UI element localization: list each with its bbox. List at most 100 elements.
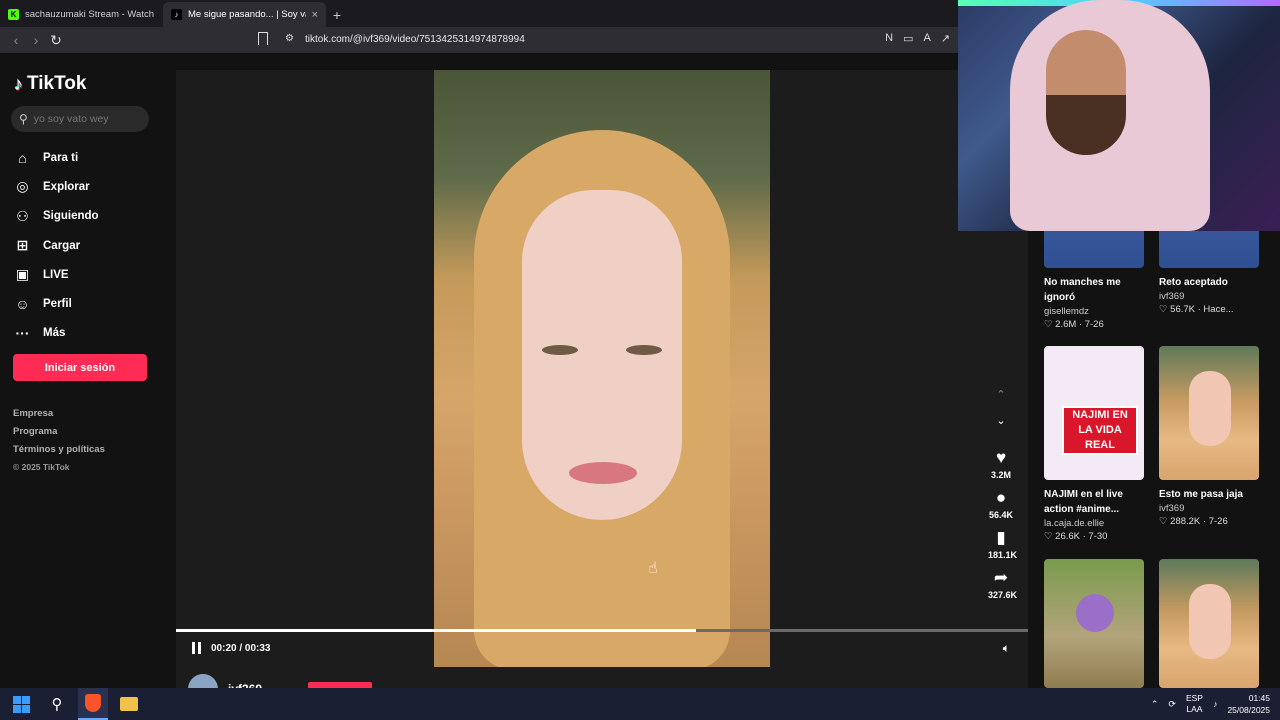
- video-content: [542, 345, 578, 355]
- sidebar-item-siguiendo[interactable]: ⚇ Siguiendo: [14, 202, 98, 231]
- search-box[interactable]: ⚲: [11, 106, 149, 132]
- sidebar-nav: ⌂ Para ti ◎ Explorar ⚇ Siguiendo ⊞ Carga…: [14, 143, 99, 348]
- video-title: Esto me pasa jaja: [1159, 489, 1243, 500]
- url-field[interactable]: tiktok.com/@ivf369/video/751342531497487…: [305, 34, 525, 45]
- sidebar-item-mas[interactable]: ··· Más: [14, 319, 99, 348]
- chevron-up-icon[interactable]: ⌃: [1151, 699, 1159, 710]
- thumbnail-text: NAJIMI EN LA VIDA REAL: [1062, 406, 1138, 455]
- footer-link[interactable]: Términos y políticas: [13, 444, 105, 462]
- comment-icon: ●: [995, 488, 1007, 507]
- related-video-card[interactable]: [1159, 559, 1260, 688]
- folder-icon: [120, 697, 138, 711]
- video-thumbnail[interactable]: NAJIMI EN LA VIDA REAL: [1044, 346, 1144, 480]
- profile-icon: ☺: [15, 296, 30, 313]
- video-thumbnail[interactable]: [1159, 346, 1259, 480]
- sidebar-item-label: Explorar: [43, 180, 90, 193]
- tiktok-note-icon: ♪: [14, 73, 23, 94]
- save-action[interactable]: ▮ 181.1K: [988, 528, 1018, 560]
- video-author: la.caja.de.ellie: [1044, 518, 1105, 529]
- tab-tiktok-video[interactable]: ♪ Me sigue pasando... | Soy vat ×: [163, 2, 326, 27]
- browser-toolbar-icons: N ▭ A ↗: [885, 32, 950, 45]
- related-video-card[interactable]: Esto me pasa jaja ivf369 ♡ 288.2K · 7-26: [1159, 346, 1260, 527]
- save-count: 181.1K: [988, 550, 1018, 560]
- clock[interactable]: 01:45 25/08/2025: [1227, 692, 1270, 716]
- forward-icon[interactable]: ›: [26, 32, 46, 48]
- video-meta: ♡ 288.2K · 7-26: [1159, 516, 1228, 527]
- video-player[interactable]: ☝ ⌃ ⌄ ♥ 3.2M ● 56.4K ▮ 181.1K ➦ 327.6K 0…: [176, 70, 1028, 704]
- volume-icon[interactable]: 🔈︎: [1003, 641, 1010, 656]
- video-thumbnail[interactable]: [1159, 559, 1259, 688]
- chevron-down-icon[interactable]: ⌄: [988, 414, 1014, 440]
- video-author: gisellemdz: [1044, 306, 1089, 317]
- video-progress-bar[interactable]: [176, 629, 1028, 632]
- video-thumbnail[interactable]: [1044, 559, 1144, 688]
- brave-icon: [85, 694, 101, 712]
- taskbar-file-explorer[interactable]: [114, 688, 144, 720]
- tab-close-icon[interactable]: ×: [312, 9, 318, 21]
- thumbnail-content: [1189, 371, 1231, 446]
- home-icon: ⌂: [18, 149, 27, 166]
- tiktok-logo[interactable]: ♪ TikTok: [14, 73, 86, 95]
- following-icon: ⚇: [16, 207, 29, 224]
- related-video-card[interactable]: [1044, 559, 1145, 688]
- system-tray: ⌃ ⟳ ESP LAA ♪ 01:45 25/08/2025: [1151, 688, 1270, 720]
- video-title: NAJIMI en el live action #anime...: [1044, 489, 1123, 515]
- live-icon: ▣: [15, 266, 30, 283]
- windows-logo-icon: [12, 695, 30, 713]
- chevron-up-icon[interactable]: ⌃: [988, 388, 1014, 414]
- footer-link[interactable]: Empresa: [13, 408, 105, 426]
- tiktok-logo-icon: ♪: [171, 9, 182, 20]
- player-controls: 00:20 / 00:33 🔈︎: [176, 638, 1028, 660]
- reader-mode-icon[interactable]: N: [885, 32, 893, 45]
- sidebar-item-para-ti[interactable]: ⌂ Para ti: [14, 143, 99, 172]
- bookmark-icon: ▮: [996, 528, 1006, 547]
- like-action[interactable]: ♥ 3.2M: [988, 448, 1014, 480]
- tab-kick-stream[interactable]: K sachauzumaki Stream - Watch Live o: [0, 2, 163, 27]
- reload-icon[interactable]: ↻: [46, 32, 66, 49]
- video-author: ivf369: [1159, 503, 1185, 514]
- sidebar-item-label: LIVE: [43, 268, 69, 281]
- cast-icon[interactable]: ▭: [903, 32, 913, 45]
- bookmark-icon[interactable]: [258, 32, 268, 45]
- site-info-icon[interactable]: ⚙: [285, 33, 294, 44]
- sidebar-item-label: Perfil: [43, 298, 72, 311]
- share-arrow-icon: ➦: [993, 568, 1009, 587]
- compass-icon: ◎: [16, 178, 29, 195]
- translate-icon[interactable]: A: [923, 32, 930, 45]
- share-action[interactable]: ➦ 327.6K: [988, 568, 1017, 600]
- clock-date: 25/08/2025: [1227, 705, 1270, 715]
- back-icon[interactable]: ‹: [6, 32, 26, 48]
- search-icon: ⚲: [51, 696, 63, 713]
- sidebar-item-live[interactable]: ▣ LIVE: [14, 260, 99, 289]
- heart-icon: ♥: [995, 448, 1007, 467]
- windows-taskbar: ⚲ ⌃ ⟳ ESP LAA ♪ 01:45 25/08/2025: [0, 688, 1280, 720]
- sidebar-item-explorar[interactable]: ◎ Explorar: [14, 172, 99, 201]
- comment-count: 56.4K: [988, 510, 1014, 520]
- copyright: © 2025 TikTok: [13, 462, 70, 472]
- start-button[interactable]: [6, 688, 36, 720]
- pause-icon[interactable]: [192, 642, 201, 654]
- sync-icon[interactable]: ⟳: [1168, 699, 1176, 710]
- sidebar-footer: Empresa Programa Términos y políticas © …: [13, 408, 105, 480]
- taskbar-brave-browser[interactable]: [78, 688, 108, 720]
- sidebar-item-label: Más: [43, 327, 66, 340]
- sidebar-item-cargar[interactable]: ⊞ Cargar: [14, 231, 99, 260]
- taskbar-search-button[interactable]: ⚲: [42, 688, 72, 720]
- footer-link[interactable]: Programa: [13, 426, 105, 444]
- speaker-icon[interactable]: ♪: [1213, 699, 1218, 709]
- share-icon[interactable]: ↗: [941, 32, 950, 45]
- video-content: [569, 462, 637, 484]
- login-button[interactable]: Iniciar sesión: [13, 354, 147, 381]
- sidebar-item-perfil[interactable]: ☺ Perfil: [14, 289, 99, 318]
- search-icon: ⚲: [19, 112, 28, 126]
- related-video-card[interactable]: NAJIMI EN LA VIDA REAL NAJIMI en el live…: [1044, 346, 1145, 542]
- new-tab-button[interactable]: +: [326, 2, 348, 27]
- video-frame[interactable]: [434, 70, 770, 667]
- language-indicator[interactable]: ESP LAA: [1186, 693, 1203, 715]
- address-bar: ‹ › ↻ ⚙ tiktok.com/@ivf369/video/7513425…: [0, 27, 958, 53]
- browser-tab-bar: K sachauzumaki Stream - Watch Live o ♪ M…: [0, 0, 958, 27]
- search-input[interactable]: [33, 113, 134, 125]
- video-actions: ⌃ ⌄ ♥ 3.2M ● 56.4K ▮ 181.1K ➦ 327.6K: [988, 388, 1018, 600]
- comment-action[interactable]: ● 56.4K: [988, 488, 1014, 520]
- upload-icon: ⊞: [16, 237, 29, 254]
